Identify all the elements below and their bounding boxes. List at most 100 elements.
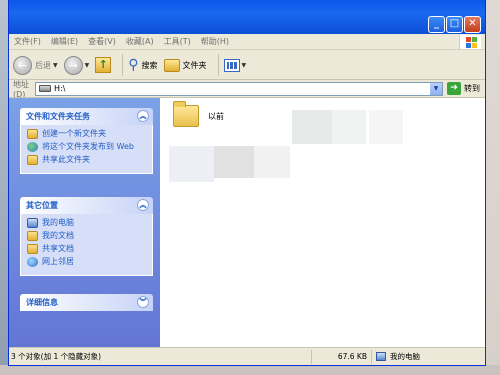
watermark-logo-icon — [406, 301, 422, 317]
toolbar-separator — [217, 54, 219, 76]
my-computer-icon — [376, 352, 386, 361]
file-tasks-title: 文件和文件夹任务 — [26, 112, 90, 121]
details-panel: 详细信息 ︾ — [20, 294, 153, 311]
toolbar-separator — [122, 54, 124, 76]
back-label: 后退 — [35, 60, 51, 70]
other-places-header[interactable]: 其它位置 ︽ — [20, 197, 153, 214]
up-folder-icon: ↑ — [95, 57, 112, 73]
network-places-icon — [27, 257, 38, 267]
menu-help[interactable]: 帮助(H) — [201, 36, 229, 47]
expand-icon[interactable]: ︾ — [137, 296, 149, 308]
collapse-icon[interactable]: ︽ — [137, 199, 149, 211]
toolbar: ← 后退 ▼ → ▼ ↑ ⚲ 搜索 文件夹 ▼ — [9, 51, 485, 80]
blurred-region — [254, 146, 290, 178]
go-button[interactable]: ➔ 转到 — [447, 82, 480, 95]
menu-file[interactable]: 文件(F) — [14, 36, 41, 47]
desktop-background-left — [0, 0, 8, 375]
search-button[interactable]: ⚲ 搜索 — [128, 57, 157, 73]
close-button[interactable]: ✕ — [464, 16, 481, 33]
publish-web-icon — [27, 142, 38, 152]
chevron-down-icon: ▼ — [241, 61, 247, 69]
shared-documents-icon — [27, 244, 38, 254]
folders-button[interactable]: 文件夹 — [163, 58, 207, 72]
go-label: 转到 — [464, 84, 480, 93]
back-arrow-icon: ← — [13, 55, 32, 75]
share-folder-icon — [27, 155, 38, 165]
other-places-body: 我的电脑 我的文档 共享文档 网上邻居 — [20, 214, 153, 276]
menu-favorites[interactable]: 收藏(A) — [126, 36, 154, 47]
blurred-region — [214, 146, 254, 178]
my-computer-icon — [27, 218, 38, 228]
forward-button[interactable]: → ▼ — [63, 55, 90, 75]
search-icon: ⚲ — [128, 57, 139, 73]
views-button[interactable]: ▼ — [223, 58, 247, 72]
place-label: 共享文档 — [42, 244, 74, 253]
windows-logo-icon — [459, 35, 481, 49]
place-label: 我的电脑 — [42, 218, 74, 227]
new-folder-icon — [27, 129, 38, 139]
status-objects: 3 个对象(加 1 个隐藏对象) — [9, 349, 312, 364]
other-places-panel: 其它位置 ︽ 我的电脑 我的文档 共享文档 网上邻居 — [20, 197, 153, 276]
file-tasks-body: 创建一个新文件夹 将这个文件夹发布到 Web 共享此文件夹 — [20, 125, 153, 174]
desktop-background-right — [486, 0, 500, 375]
place-shared-documents[interactable]: 共享文档 — [27, 244, 148, 254]
blurred-region — [169, 146, 214, 182]
place-label: 网上邻居 — [42, 257, 74, 266]
task-label: 将这个文件夹发布到 Web — [42, 142, 134, 151]
chevron-down-icon: ▼ — [53, 61, 58, 69]
place-label: 我的文档 — [42, 231, 74, 240]
folder-name: 以前 — [208, 111, 224, 121]
address-input[interactable]: H:\ ▼ — [35, 81, 443, 96]
menu-view[interactable]: 查看(V) — [88, 36, 116, 47]
details-title: 详细信息 — [26, 298, 58, 307]
folders-icon — [163, 58, 180, 72]
desktop-background-bottom — [0, 365, 500, 375]
status-size: 67.6 KB — [312, 349, 372, 364]
task-new-folder[interactable]: 创建一个新文件夹 — [27, 129, 148, 139]
task-share-folder[interactable]: 共享此文件夹 — [27, 155, 148, 165]
task-label: 创建一个新文件夹 — [42, 129, 106, 138]
maximize-button[interactable]: □ — [446, 16, 463, 33]
collapse-icon[interactable]: ︽ — [137, 110, 149, 122]
address-bar: 地址(D) H:\ ▼ ➔ 转到 — [9, 79, 485, 99]
search-label: 搜索 — [141, 60, 158, 70]
status-location: 我的电脑 — [372, 350, 482, 364]
menu-edit[interactable]: 编辑(E) — [51, 36, 78, 47]
place-network[interactable]: 网上邻居 — [27, 257, 148, 267]
up-folder-button[interactable]: ↑ — [95, 57, 112, 73]
watermark: 百度经验 — [406, 301, 469, 317]
status-objects-text: 3 个对象(加 1 个隐藏对象) — [11, 352, 102, 361]
watermark-text: 百度经验 — [425, 303, 469, 316]
folder-item[interactable]: 以前 — [173, 101, 224, 127]
file-tasks-header[interactable]: 文件和文件夹任务 ︽ — [20, 108, 153, 125]
file-tasks-panel: 文件和文件夹任务 ︽ 创建一个新文件夹 将这个文件夹发布到 Web 共享此文件夹 — [20, 108, 153, 174]
explorer-window: _ □ ✕ 文件(F) 编辑(E) 查看(V) 收藏(A) 工具(T) 帮助(H… — [8, 0, 486, 366]
drive-icon — [39, 85, 51, 92]
back-button[interactable]: ← 后退 ▼ — [13, 55, 58, 75]
forward-arrow-icon: → — [63, 55, 83, 75]
address-value: H:\ — [54, 84, 66, 93]
status-size-text: 67.6 KB — [337, 352, 367, 361]
blurred-region — [332, 110, 366, 144]
task-label: 共享此文件夹 — [42, 155, 90, 164]
my-documents-icon — [27, 231, 38, 241]
chevron-down-icon: ▼ — [84, 61, 90, 69]
status-location-text: 我的电脑 — [390, 352, 420, 361]
status-bar: 3 个对象(加 1 个隐藏对象) 67.6 KB 我的电脑 — [9, 347, 485, 365]
folder-icon — [173, 101, 199, 127]
title-bar[interactable]: _ □ ✕ — [9, 0, 485, 34]
go-arrow-icon: ➔ — [447, 82, 461, 95]
folders-label: 文件夹 — [182, 60, 207, 70]
blurred-region — [292, 110, 332, 144]
place-my-documents[interactable]: 我的文档 — [27, 231, 148, 241]
details-header[interactable]: 详细信息 ︾ — [20, 294, 153, 311]
content-area: 文件和文件夹任务 ︽ 创建一个新文件夹 将这个文件夹发布到 Web 共享此文件夹 — [9, 97, 485, 348]
minimize-button[interactable]: _ — [428, 16, 445, 33]
address-label: 地址(D) — [13, 79, 29, 99]
menu-tools[interactable]: 工具(T) — [164, 36, 191, 47]
place-my-computer[interactable]: 我的电脑 — [27, 218, 148, 228]
address-dropdown-button[interactable]: ▼ — [430, 82, 442, 95]
menu-bar: 文件(F) 编辑(E) 查看(V) 收藏(A) 工具(T) 帮助(H) — [9, 34, 485, 50]
task-pane: 文件和文件夹任务 ︽ 创建一个新文件夹 将这个文件夹发布到 Web 共享此文件夹 — [9, 98, 160, 348]
task-publish-web[interactable]: 将这个文件夹发布到 Web — [27, 142, 148, 152]
